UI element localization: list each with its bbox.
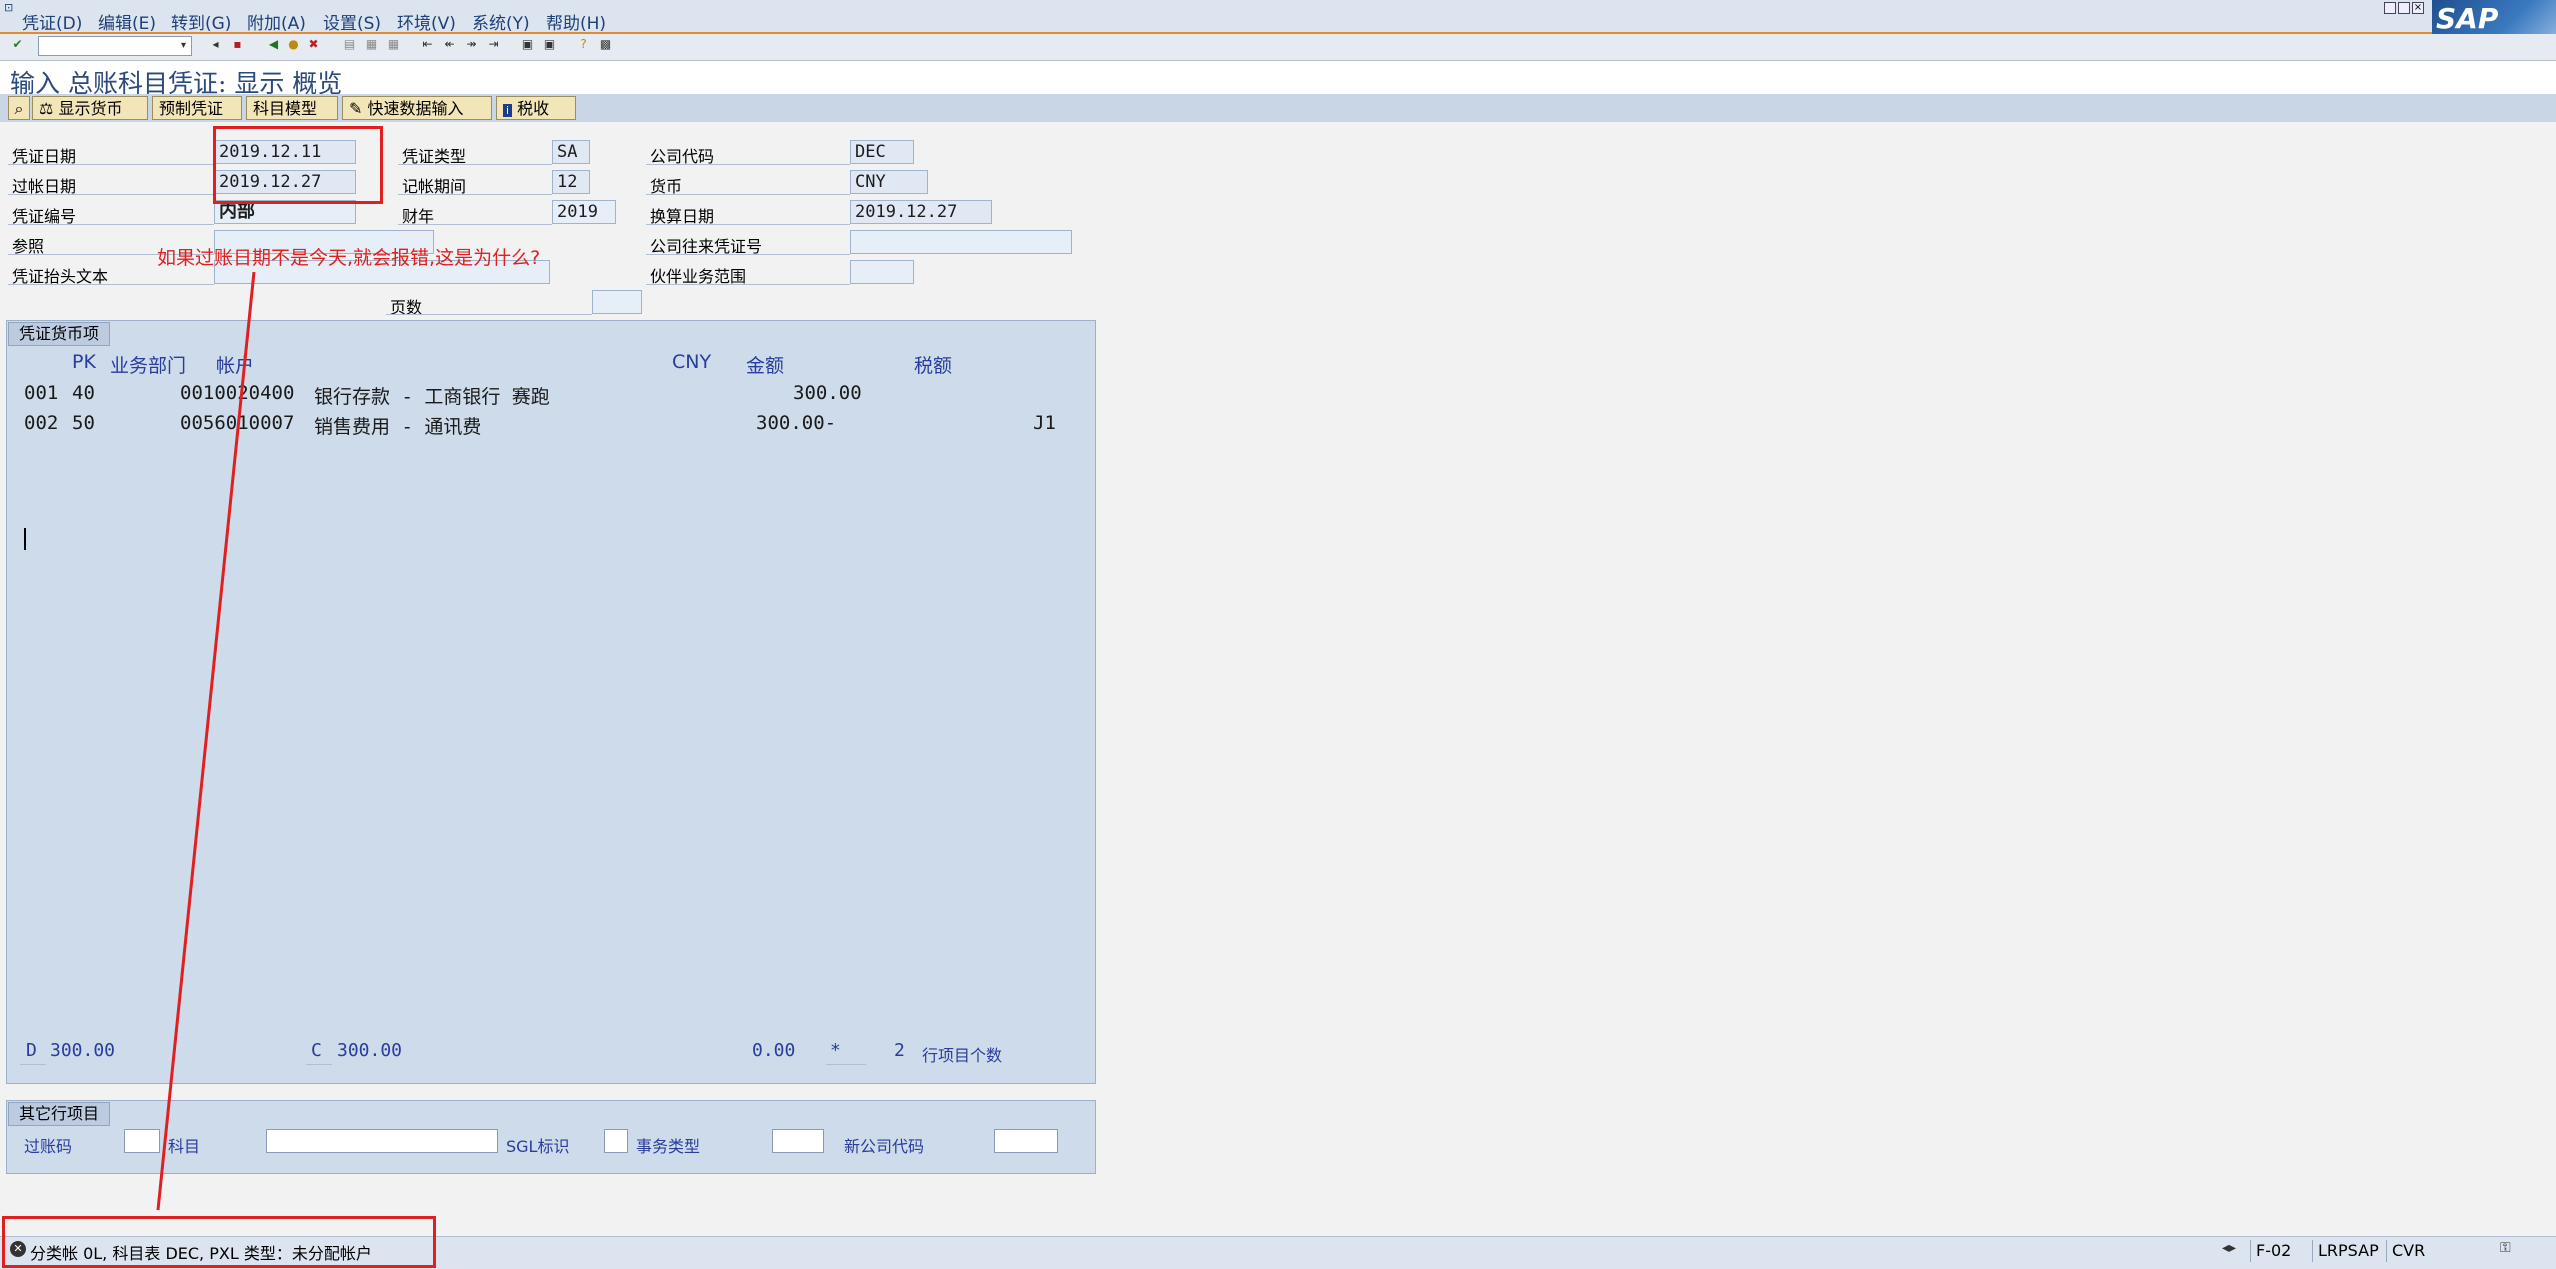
connection-icon: ⚿	[2500, 1240, 2511, 1256]
client-info: CVR	[2386, 1240, 2430, 1262]
transaction-code: F-02	[2250, 1240, 2296, 1262]
annotation-arrow-svg	[156, 271, 256, 1211]
server-name: LRPSAP	[2312, 1240, 2384, 1262]
status-scroll-icon[interactable]: ◂▸	[2222, 1240, 2236, 1256]
annotation-arrow-line	[156, 271, 256, 1211]
